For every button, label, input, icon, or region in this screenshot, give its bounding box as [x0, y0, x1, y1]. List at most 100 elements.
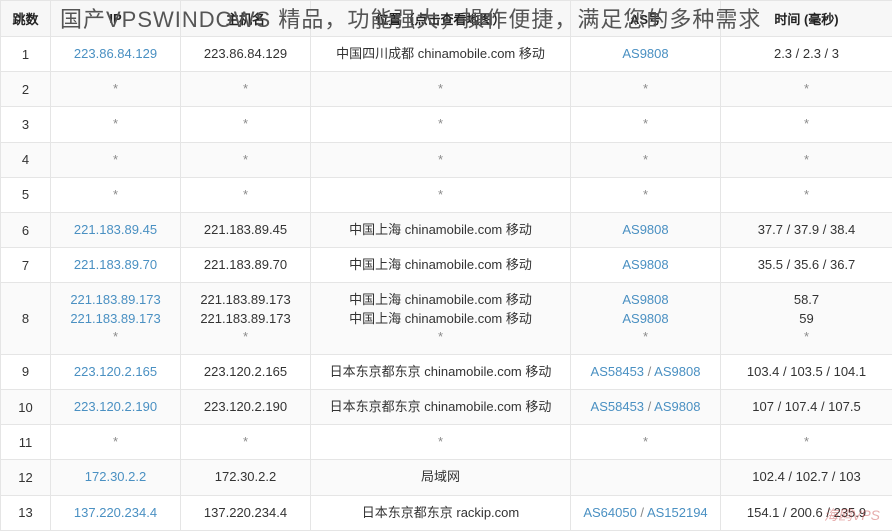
- asn-link[interactable]: AS9808: [622, 46, 668, 61]
- ip-address: *: [55, 151, 176, 169]
- ip-address[interactable]: 223.120.2.190: [55, 398, 176, 416]
- time-cell: *: [721, 425, 892, 460]
- location-text[interactable]: 中国上海 chinamobile.com 移动: [315, 291, 566, 309]
- asn-link[interactable]: AS58453: [591, 364, 645, 379]
- hop-number: 10: [1, 390, 51, 425]
- time-cell: 154.1 / 200.6 / 235.9: [721, 495, 892, 530]
- asn-link[interactable]: AS9808: [622, 257, 668, 272]
- asn-cell: AS9808: [571, 248, 721, 283]
- ip-cell: 221.183.89.70: [51, 248, 181, 283]
- time-cell: *: [721, 142, 892, 177]
- location-text[interactable]: 局域网: [315, 468, 566, 486]
- asn-link: *: [643, 329, 648, 344]
- hostname: 221.183.89.173: [185, 291, 306, 309]
- asn-line: *: [575, 80, 716, 98]
- asn-link[interactable]: AS9808: [622, 292, 668, 307]
- hop-number: 13: [1, 495, 51, 530]
- asn-cell: *: [571, 425, 721, 460]
- hostname: 223.120.2.190: [185, 398, 306, 416]
- hop-number: 2: [1, 72, 51, 107]
- host-cell: 221.183.89.70: [181, 248, 311, 283]
- location-text[interactable]: 中国上海 chinamobile.com 移动: [315, 310, 566, 328]
- asn-line: AS9808: [575, 45, 716, 63]
- latency: *: [725, 186, 888, 204]
- table-row: 1223.86.84.129223.86.84.129中国四川成都 chinam…: [1, 37, 892, 72]
- time-cell: *: [721, 72, 892, 107]
- ip-address[interactable]: 172.30.2.2: [55, 468, 176, 486]
- time-cell: 102.4 / 102.7 / 103: [721, 460, 892, 495]
- time-cell: *: [721, 177, 892, 212]
- location-cell: *: [311, 107, 571, 142]
- latency: 58.7: [725, 291, 888, 309]
- location-cell: 局域网: [311, 460, 571, 495]
- ip-cell: 221.183.89.45: [51, 212, 181, 247]
- host-cell: 223.86.84.129: [181, 37, 311, 72]
- col-hop: 跳数: [1, 1, 51, 37]
- traceroute-table: 跳数 IP 主机名 位置（点击查看地图） AS号 时间 (毫秒) 1223.86…: [0, 0, 892, 531]
- location-text: *: [315, 186, 566, 204]
- asn-link[interactable]: AS9808: [654, 364, 700, 379]
- time-cell: 103.4 / 103.5 / 104.1: [721, 354, 892, 389]
- hop-number: 11: [1, 425, 51, 460]
- host-cell: *: [181, 72, 311, 107]
- hostname: 221.183.89.70: [185, 256, 306, 274]
- ip-address: *: [55, 115, 176, 133]
- ip-address[interactable]: 223.120.2.165: [55, 363, 176, 381]
- location-text[interactable]: 日本东京都东京 rackip.com: [315, 504, 566, 522]
- location-text[interactable]: 日本东京都东京 chinamobile.com 移动: [315, 398, 566, 416]
- ip-address: *: [55, 328, 176, 346]
- location-text: *: [315, 115, 566, 133]
- location-text[interactable]: 中国四川成都 chinamobile.com 移动: [315, 45, 566, 63]
- hostname: 223.86.84.129: [185, 45, 306, 63]
- ip-address: *: [55, 80, 176, 98]
- hostname: *: [185, 115, 306, 133]
- hostname: *: [185, 80, 306, 98]
- asn-link: *: [643, 116, 648, 131]
- asn-cell: AS9808: [571, 37, 721, 72]
- hop-number: 7: [1, 248, 51, 283]
- col-loc: 位置（点击查看地图）: [311, 1, 571, 37]
- asn-line: AS9808: [575, 221, 716, 239]
- ip-address[interactable]: 221.183.89.173: [55, 291, 176, 309]
- asn-link[interactable]: AS9808: [622, 222, 668, 237]
- location-text[interactable]: 日本东京都东京 chinamobile.com 移动: [315, 363, 566, 381]
- asn-line: *: [575, 433, 716, 451]
- table-row: 10223.120.2.190223.120.2.190日本东京都东京 chin…: [1, 390, 892, 425]
- ip-cell: *: [51, 425, 181, 460]
- asn-line: AS58453 / AS9808: [575, 363, 716, 381]
- hop-number: 5: [1, 177, 51, 212]
- asn-cell: AS64050 / AS152194: [571, 495, 721, 530]
- ip-address: *: [55, 186, 176, 204]
- ip-address[interactable]: 221.183.89.45: [55, 221, 176, 239]
- asn-cell: *: [571, 107, 721, 142]
- asn-line: *: [575, 328, 716, 346]
- time-cell: 37.7 / 37.9 / 38.4: [721, 212, 892, 247]
- hostname: 137.220.234.4: [185, 504, 306, 522]
- hop-number: 4: [1, 142, 51, 177]
- asn-line: *: [575, 186, 716, 204]
- host-cell: 223.120.2.165: [181, 354, 311, 389]
- hop-number: 6: [1, 212, 51, 247]
- asn-cell: *: [571, 142, 721, 177]
- table-header-row: 跳数 IP 主机名 位置（点击查看地图） AS号 时间 (毫秒): [1, 1, 892, 37]
- asn-link[interactable]: AS9808: [654, 399, 700, 414]
- ip-address[interactable]: 137.220.234.4: [55, 504, 176, 522]
- asn-link: *: [643, 152, 648, 167]
- asn-line: AS58453 / AS9808: [575, 398, 716, 416]
- latency: *: [725, 115, 888, 133]
- ip-cell: 223.120.2.190: [51, 390, 181, 425]
- ip-address[interactable]: 223.86.84.129: [55, 45, 176, 63]
- table-row: 7221.183.89.70221.183.89.70中国上海 chinamob…: [1, 248, 892, 283]
- ip-address[interactable]: 221.183.89.173: [55, 310, 176, 328]
- host-cell: *: [181, 177, 311, 212]
- location-text[interactable]: 中国上海 chinamobile.com 移动: [315, 256, 566, 274]
- asn-link[interactable]: AS64050: [583, 505, 637, 520]
- asn-link[interactable]: AS9808: [622, 311, 668, 326]
- table-row: 2*****: [1, 72, 892, 107]
- asn-link[interactable]: AS58453: [591, 399, 645, 414]
- host-cell: 137.220.234.4: [181, 495, 311, 530]
- asn-cell: AS58453 / AS9808: [571, 390, 721, 425]
- location-text[interactable]: 中国上海 chinamobile.com 移动: [315, 221, 566, 239]
- ip-address[interactable]: 221.183.89.70: [55, 256, 176, 274]
- asn-link[interactable]: AS152194: [647, 505, 708, 520]
